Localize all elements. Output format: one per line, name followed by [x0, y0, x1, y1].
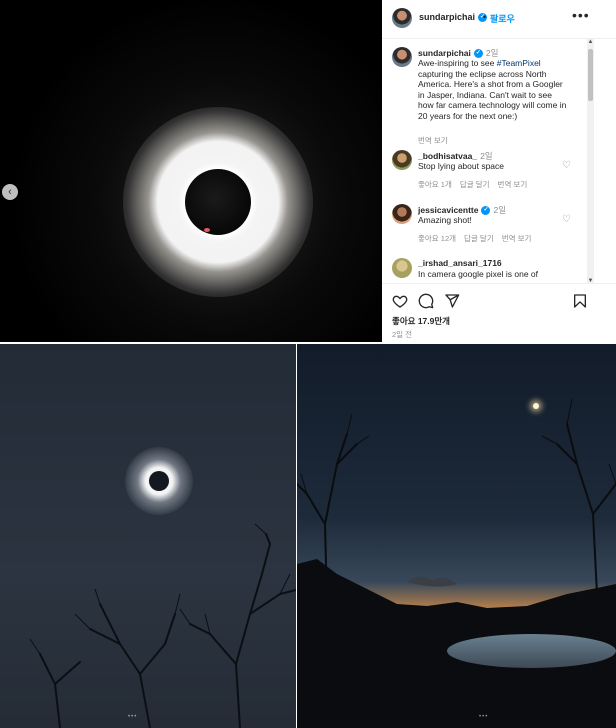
comment-time: 2일	[493, 205, 507, 215]
comment-text: Stop lying about space	[418, 161, 505, 171]
comment-icon[interactable]	[418, 293, 434, 309]
scrollbar-thumb[interactable]	[588, 49, 593, 101]
heart-icon[interactable]: ♡	[562, 214, 571, 225]
comment-username[interactable]: jessicavicentte	[418, 205, 478, 215]
carousel-images: ••• •••	[0, 344, 616, 728]
post-author-username[interactable]: sundarpichai ✓	[419, 12, 488, 23]
eclipse-photo: ‹	[0, 0, 382, 342]
bookmark-icon[interactable]	[572, 293, 588, 309]
post-action-bar: 좋아요 17.9만개 2일 전	[382, 283, 616, 343]
lake	[447, 634, 616, 668]
previous-image-button[interactable]: ‹	[2, 184, 18, 200]
comment-text: In camera google pixel is one of	[418, 269, 539, 279]
comment-username[interactable]: _irshad_ansari_1716	[418, 258, 502, 268]
caption-text-part: capturing the eclipse across North Ameri…	[418, 68, 567, 121]
caption-username[interactable]: sundarpichai	[418, 48, 471, 58]
comments-scrollbar[interactable]: ▲ ▼	[587, 39, 594, 284]
share-icon[interactable]	[444, 293, 460, 309]
see-translation-link[interactable]: 번역 보기	[502, 234, 532, 243]
comment-time: 2일	[480, 151, 493, 161]
tree-branches	[29, 523, 296, 728]
caption-text: Awe-inspiring to see #TeamPixel capturin…	[418, 58, 568, 121]
caption-text-part: Awe-inspiring to see	[418, 58, 497, 68]
heart-icon[interactable]	[392, 293, 408, 309]
carousel-indicator: •••	[479, 714, 489, 720]
reply-button[interactable]: 답글 달기	[460, 180, 490, 189]
avatar[interactable]	[392, 150, 412, 170]
more-icon[interactable]: •••	[572, 7, 590, 23]
avatar[interactable]	[392, 8, 412, 28]
post-header: sundarpichai ✓ • 팔로우 •••	[382, 0, 616, 39]
scroll-up-icon[interactable]: ▲	[587, 39, 594, 45]
tree-silhouettes	[297, 398, 616, 728]
comments-list[interactable]: sundarpichai ✓ 2일 Awe-inspiring to see #Te…	[382, 39, 592, 283]
comment-likes[interactable]: 좋아요 12개	[418, 234, 456, 243]
comment-username[interactable]: _bodhisatvaa_	[418, 151, 477, 161]
verified-icon: ✓	[473, 49, 483, 59]
likes-count[interactable]: 좋아요 17.9만개	[392, 315, 450, 327]
caption-time: 2일	[485, 48, 499, 58]
instagram-post: ‹ sundarpichai ✓ • 팔로우 ••• sundarpichai ✓ 2…	[0, 0, 616, 342]
eclipse-landscape-photo: •••	[297, 344, 616, 728]
heart-icon[interactable]: ♡	[562, 160, 571, 171]
avatar[interactable]	[392, 204, 412, 224]
avatar[interactable]	[392, 258, 412, 278]
comment-text: Amazing shot!	[418, 215, 472, 225]
reply-button[interactable]: 답글 달기	[464, 234, 494, 243]
post-sidebar: sundarpichai ✓ • 팔로우 ••• sundarpichai ✓ 2일 …	[382, 0, 616, 342]
username-text[interactable]: sundarpichai	[419, 12, 475, 22]
eclipse-sky-photo: •••	[0, 344, 296, 728]
carousel-indicator: •••	[128, 714, 138, 720]
follow-button[interactable]: 팔로우	[490, 12, 515, 25]
see-translation-link[interactable]: 번역 보기	[498, 180, 528, 189]
see-translation-link[interactable]: 번역 보기	[418, 136, 448, 145]
avatar[interactable]	[392, 47, 412, 67]
hashtag-link[interactable]: #TeamPixel	[497, 58, 541, 68]
verified-icon: ✓	[481, 206, 491, 216]
separator-dot: •	[483, 12, 487, 22]
comment-likes[interactable]: 좋아요 1개	[418, 180, 452, 189]
post-timestamp[interactable]: 2일 전	[392, 329, 412, 340]
